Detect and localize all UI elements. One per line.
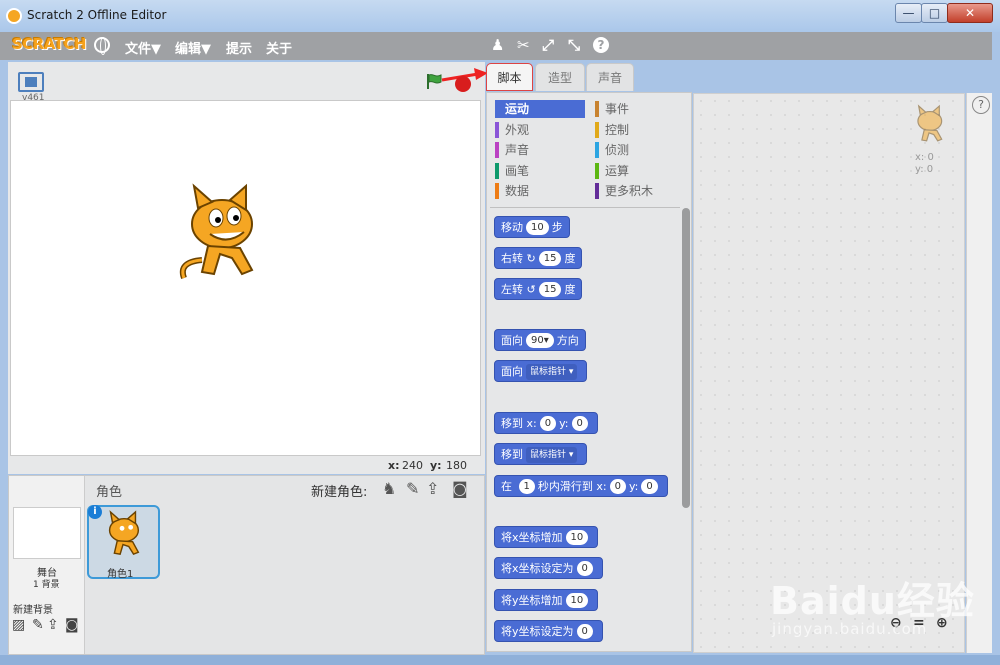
sprites-title: 角色: [96, 485, 123, 500]
duplicate-stamp-icon[interactable]: ♟: [491, 36, 504, 54]
tab-scripts[interactable]: 脚本: [486, 63, 533, 91]
sprite-y-readout: y: 0: [915, 164, 934, 175]
close-button[interactable]: ✕: [947, 3, 993, 23]
block-set-x[interactable]: 将x坐标设定为 0: [494, 557, 603, 579]
block-turn-left[interactable]: 左转 ↺ 15 度: [494, 278, 583, 300]
minimize-button[interactable]: —: [895, 3, 922, 23]
scratch-app-icon: [6, 8, 22, 24]
sprite-name: 角色1: [107, 569, 134, 580]
green-flag-icon[interactable]: [425, 72, 443, 90]
palette-divider: [490, 207, 680, 208]
presentation-mode-icon[interactable]: [18, 72, 44, 92]
category-7[interactable]: 运算: [595, 162, 629, 180]
backdrop-library-icon[interactable]: ▨: [12, 617, 25, 633]
maximize-button[interactable]: □: [921, 3, 948, 23]
category-2[interactable]: 外观: [495, 121, 529, 139]
block-change-y[interactable]: 将y坐标增加 10: [494, 589, 599, 611]
tab-sounds[interactable]: 声音: [586, 63, 634, 91]
sprite-library-icon[interactable]: ♞: [382, 479, 396, 498]
category-1[interactable]: 事件: [595, 100, 629, 118]
camera-sprite-icon[interactable]: ◙: [452, 479, 468, 498]
help-icon[interactable]: ?: [972, 96, 990, 114]
watermark-logo: Baidu经验: [770, 579, 975, 623]
block-goto[interactable]: 移到 鼠标指针 ▾: [494, 443, 588, 465]
menu-about[interactable]: 关于: [266, 38, 292, 57]
block-point-direction[interactable]: 面向 90▾ 方向: [494, 329, 586, 351]
upload-sprite-icon[interactable]: ⇪: [426, 479, 439, 498]
new-backdrop-label: 新建背景: [13, 605, 53, 616]
right-help-panel: [966, 93, 992, 653]
cat-sprite-thumbnail: [108, 510, 140, 556]
block-move[interactable]: 移动 10 步: [494, 216, 570, 238]
shrink-icon[interactable]: ⤡: [568, 36, 580, 54]
menu-file[interactable]: 文件▼: [125, 38, 161, 57]
new-sprite-label: 新建角色:: [311, 485, 368, 500]
stage-thumbnail[interactable]: [13, 507, 81, 559]
backdrop-count: 1 背景: [33, 580, 60, 590]
block-point-towards[interactable]: 面向 鼠标指针 ▾: [494, 360, 588, 382]
current-sprite-icon: [917, 104, 943, 142]
turn-left-icon: ↺: [526, 283, 536, 296]
sprite-x-readout: x: 0: [915, 152, 934, 163]
palette-scrollbar[interactable]: [682, 208, 690, 508]
language-globe-icon[interactable]: [94, 37, 110, 55]
paint-backdrop-icon[interactable]: ✎: [32, 617, 44, 633]
mouse-y-label: y:: [430, 459, 442, 472]
block-goto-xy[interactable]: 移到 x: 0 y: 0: [494, 412, 598, 434]
turn-right-icon: ↻: [526, 252, 536, 265]
grow-icon[interactable]: ⤢: [542, 36, 554, 54]
category-0[interactable]: 运动: [495, 100, 585, 118]
scratch-logo[interactable]: SCRATCH: [12, 35, 87, 53]
delete-scissors-icon[interactable]: ✂: [517, 36, 530, 54]
watermark-url: jingyan.baidu.com: [772, 620, 928, 638]
block-set-y[interactable]: 将y坐标设定为 0: [494, 620, 603, 642]
block-change-x[interactable]: 将x坐标增加 10: [494, 526, 599, 548]
stop-button[interactable]: [455, 76, 471, 92]
tab-costumes[interactable]: 造型: [535, 63, 585, 91]
menu-tips[interactable]: 提示: [226, 38, 252, 57]
block-help-icon[interactable]: ?: [593, 37, 609, 53]
category-4[interactable]: 声音: [495, 141, 529, 159]
category-3[interactable]: 控制: [595, 121, 629, 139]
block-turn-right[interactable]: 右转 ↻ 15 度: [494, 247, 583, 269]
camera-backdrop-icon[interactable]: ◙: [65, 617, 79, 633]
upload-backdrop-icon[interactable]: ⇪: [47, 617, 59, 633]
category-9[interactable]: 更多积木: [595, 182, 653, 200]
category-8[interactable]: 数据: [495, 182, 529, 200]
window-title: Scratch 2 Offline Editor: [27, 8, 167, 22]
mouse-x-label: x:: [388, 459, 400, 472]
category-5[interactable]: 侦测: [595, 141, 629, 159]
window-bottom-border: [0, 655, 1000, 665]
cat-sprite-on-stage[interactable]: [172, 182, 268, 286]
mouse-y-value: 180: [446, 459, 467, 472]
category-6[interactable]: 画笔: [495, 162, 529, 180]
paint-sprite-icon[interactable]: ✎: [406, 479, 419, 498]
script-area[interactable]: [693, 93, 965, 653]
block-glide[interactable]: 在 1 秒内滑行到 x: 0 y: 0: [494, 475, 668, 497]
mouse-x-value: 240: [402, 459, 423, 472]
menu-edit[interactable]: 编辑▼: [175, 38, 211, 57]
